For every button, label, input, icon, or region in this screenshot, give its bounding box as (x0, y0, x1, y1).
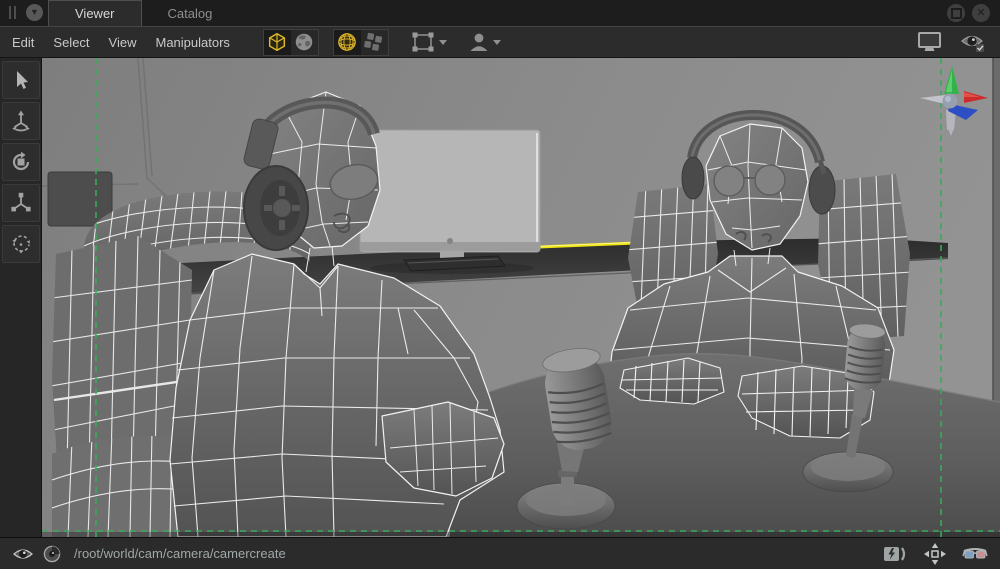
close-icon: ✕ (976, 8, 985, 19)
aperture-icon[interactable] (43, 545, 61, 563)
maximize-button[interactable] (947, 4, 965, 22)
rotate-pivot-icon (9, 232, 33, 256)
tab-catalog[interactable]: Catalog (142, 1, 239, 26)
menu-view[interactable]: View (109, 35, 137, 50)
render-flash-icon[interactable] (883, 545, 908, 563)
selection-marquee-button[interactable] (411, 32, 447, 52)
rotate-pivot-tool[interactable] (2, 225, 40, 263)
menu-select[interactable]: Select (53, 35, 89, 50)
viewport-3d[interactable] (42, 58, 1000, 537)
shaded-cube-button[interactable] (264, 30, 291, 55)
scale-tool[interactable] (2, 184, 40, 222)
shading-toggle-group (263, 29, 319, 56)
grip-icon[interactable] (9, 6, 19, 19)
character-select-icon (469, 32, 489, 52)
wireframe-sphere-icon (336, 31, 358, 53)
character-select-button[interactable] (469, 32, 501, 52)
translate-icon (9, 109, 33, 133)
tool-sidebar (0, 58, 42, 537)
select-cursor-icon (9, 68, 33, 92)
menu-bar: Edit Select View Manipulators (0, 27, 1000, 58)
viewport-scene (42, 58, 1000, 537)
visibility-check-icon[interactable] (960, 31, 986, 53)
rotate-tool[interactable] (2, 143, 40, 181)
translate-tool[interactable] (2, 102, 40, 140)
eye-icon[interactable] (12, 546, 34, 562)
tab-bar: ▼ Viewer Catalog ✕ (0, 0, 1000, 27)
rotate-icon (9, 150, 33, 174)
camera-path[interactable]: /root/world/cam/camera/camercreate (74, 546, 286, 561)
pan-arrows-icon[interactable] (923, 542, 947, 566)
close-button[interactable]: ✕ (972, 4, 990, 22)
maximize-icon (951, 8, 962, 19)
display-icon[interactable] (916, 31, 944, 53)
status-bar: /root/world/cam/camera/camercreate (0, 537, 1000, 569)
select-cursor-tool[interactable] (2, 61, 40, 99)
selection-marquee-icon (411, 32, 435, 52)
environment-globe-button[interactable] (291, 30, 318, 55)
shaded-cube-icon (266, 31, 288, 53)
scale-icon (9, 191, 33, 215)
display-mode-group (333, 29, 389, 56)
chevron-down-icon (439, 40, 447, 45)
menu-manipulators[interactable]: Manipulators (156, 35, 230, 50)
wireframe-sphere-button[interactable] (334, 30, 361, 55)
stereo-glasses-icon[interactable] (962, 546, 988, 562)
environment-globe-icon (293, 31, 315, 53)
viewport-tiles-icon (363, 31, 385, 53)
tab-viewer[interactable]: Viewer (48, 0, 142, 26)
tab-dropdown-button[interactable]: ▼ (26, 4, 43, 21)
viewport-tiles-button[interactable] (361, 30, 388, 55)
chevron-down-icon (493, 40, 501, 45)
chevron-down-icon: ▼ (30, 8, 39, 17)
menu-edit[interactable]: Edit (12, 35, 34, 50)
